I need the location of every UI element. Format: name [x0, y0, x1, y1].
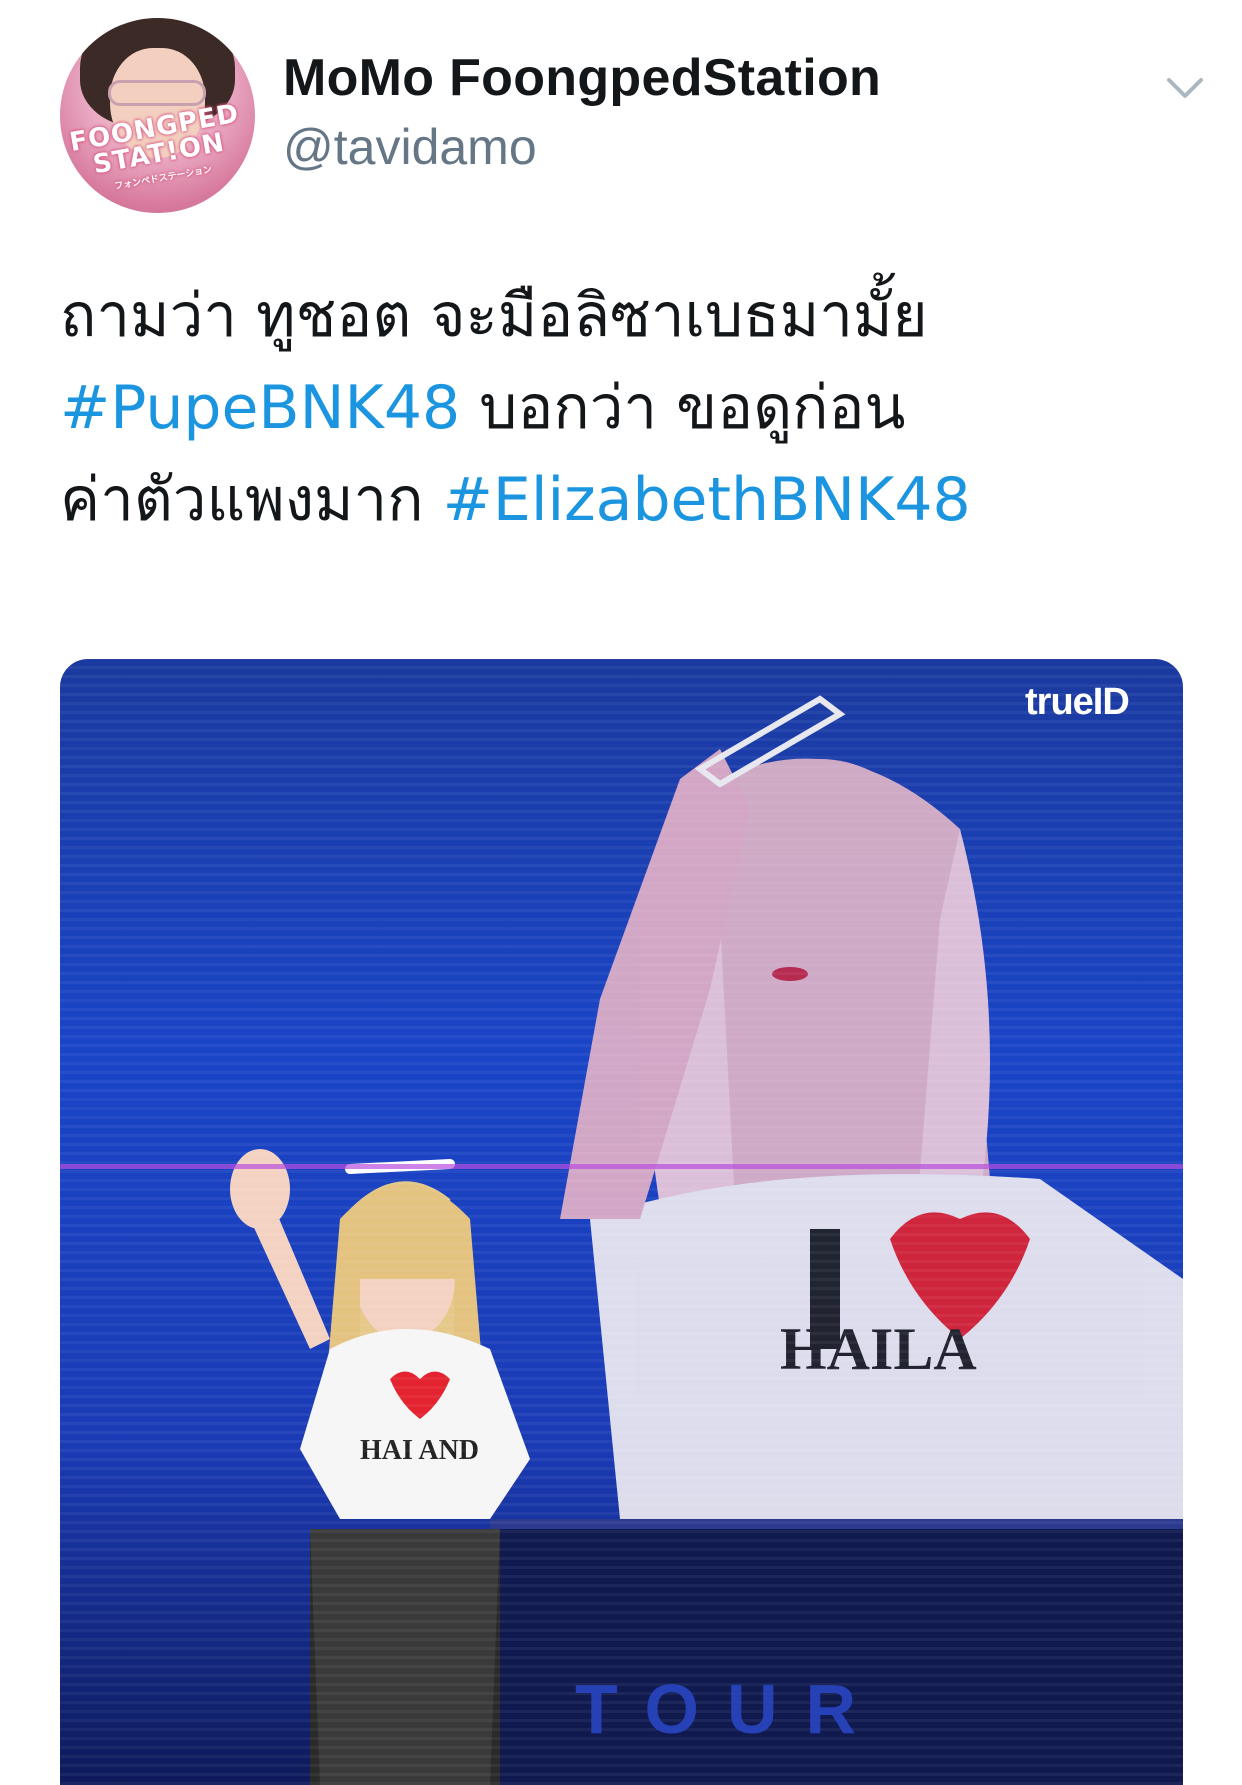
avatar-logo: FOONGPED STAT!ON フォンペドステーション	[63, 98, 253, 199]
hashtag-link[interactable]: #ElizabethBNK48	[443, 465, 971, 535]
chevron-down-icon[interactable]	[1155, 58, 1215, 118]
tweet-line-1: ถามว่า ทูชอต จะมือลิซาเบธมามั้ย	[60, 281, 928, 351]
tweet-line-3-text: ค่าตัวแพงมาก	[60, 465, 443, 535]
avatar[interactable]: FOONGPED STAT!ON フォンペドステーション	[60, 18, 255, 213]
avatar-glasses	[108, 80, 206, 106]
hashtag-link[interactable]: #PupeBNK48	[60, 373, 460, 443]
tweet-line-2: #PupeBNK48 บอกว่า ขอดูก่อน	[60, 362, 1190, 454]
tweet-line-3: ค่าตัวแพงมาก #ElizabethBNK48	[60, 454, 1190, 546]
tweet-header: FOONGPED STAT!ON フォンペドステーション MoMo Foongp…	[60, 18, 1203, 218]
display-name[interactable]: MoMo FoongpedStation	[283, 48, 881, 108]
glitch-line	[60, 1164, 1183, 1169]
tweet-line-2-text: บอกว่า ขอดูก่อน	[460, 373, 906, 443]
tweet-photo[interactable]: HAILA HAI AND trueID TOUR	[60, 659, 1183, 1785]
trueid-watermark: trueID	[1025, 681, 1130, 723]
tweet-text: ถามว่า ทูชอต จะมือลิซาเบธมามั้ย #PupeBNK…	[60, 270, 1190, 546]
user-handle[interactable]: @tavidamo	[283, 118, 537, 176]
scanline-overlay	[60, 659, 1183, 1785]
stage-banner-text: TOUR	[575, 1670, 885, 1748]
